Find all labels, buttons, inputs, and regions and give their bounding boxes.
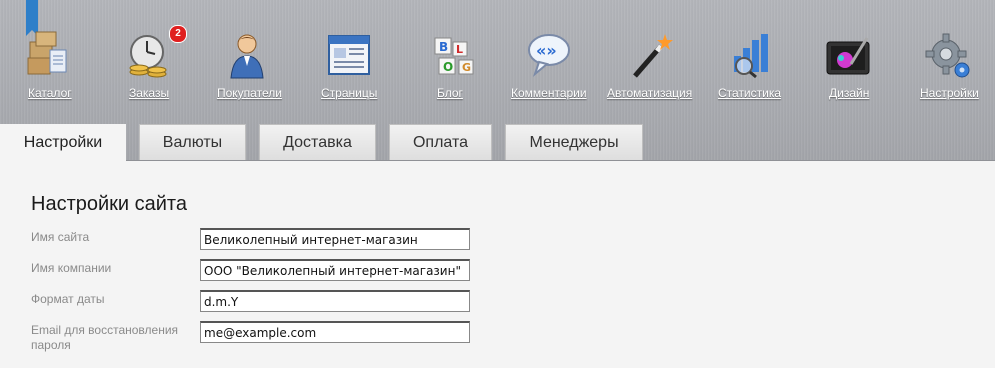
bookmark-ribbon-icon	[26, 0, 38, 36]
orders-badge: 2	[169, 25, 187, 43]
nav-blog-label[interactable]: Блог	[437, 86, 463, 100]
automation-wand-icon	[633, 34, 673, 78]
nav-pages-label[interactable]: Страницы	[321, 86, 377, 100]
nav-catalog-label[interactable]: Каталог	[28, 86, 72, 100]
blog-blocks-icon: B L O G	[434, 37, 474, 75]
comments-bubble-icon: «»	[528, 34, 570, 78]
company-name-label: Имя компании	[31, 261, 112, 275]
recovery-email-input[interactable]	[200, 321, 470, 343]
site-name-input[interactable]	[200, 228, 470, 250]
nav-settings-label[interactable]: Настройки	[920, 86, 979, 100]
catalog-boxes-icon	[27, 31, 67, 75]
tab-managers[interactable]: Менеджеры	[505, 124, 643, 160]
nav-orders-label[interactable]: Заказы	[129, 86, 169, 100]
svg-text:B: B	[439, 40, 448, 54]
nav-comments-label[interactable]: Комментарии	[511, 86, 587, 100]
date-format-label: Формат даты	[31, 292, 105, 306]
tab-currencies[interactable]: Валюты	[139, 124, 246, 160]
svg-text:O: O	[443, 60, 453, 74]
tab-settings[interactable]: Настройки	[0, 124, 126, 161]
customer-person-icon	[230, 34, 264, 79]
nav-automation-label[interactable]: Автоматизация	[607, 86, 692, 100]
svg-text:L: L	[456, 43, 463, 56]
site-name-label: Имя сайта	[31, 230, 90, 244]
orders-clock-coins-icon	[129, 35, 167, 78]
recovery-email-label: Email для восстановления пароля	[31, 323, 179, 352]
nav-customers-label[interactable]: Покупатели	[217, 86, 282, 100]
page-title: Настройки сайта	[31, 193, 187, 215]
settings-gear-icon	[925, 33, 970, 78]
date-format-input[interactable]	[200, 290, 470, 312]
tab-delivery[interactable]: Доставка	[259, 124, 376, 160]
svg-text:G: G	[462, 61, 471, 74]
pages-window-icon	[328, 35, 370, 75]
design-palette-icon	[826, 37, 870, 75]
tab-payment[interactable]: Оплата	[389, 124, 492, 160]
company-name-input[interactable]	[200, 259, 470, 281]
svg-text:«»: «»	[536, 41, 557, 60]
nav-design-label[interactable]: Дизайн	[829, 86, 869, 100]
statistics-chart-icon	[734, 34, 768, 78]
nav-statistics-label[interactable]: Статистика	[718, 86, 781, 100]
